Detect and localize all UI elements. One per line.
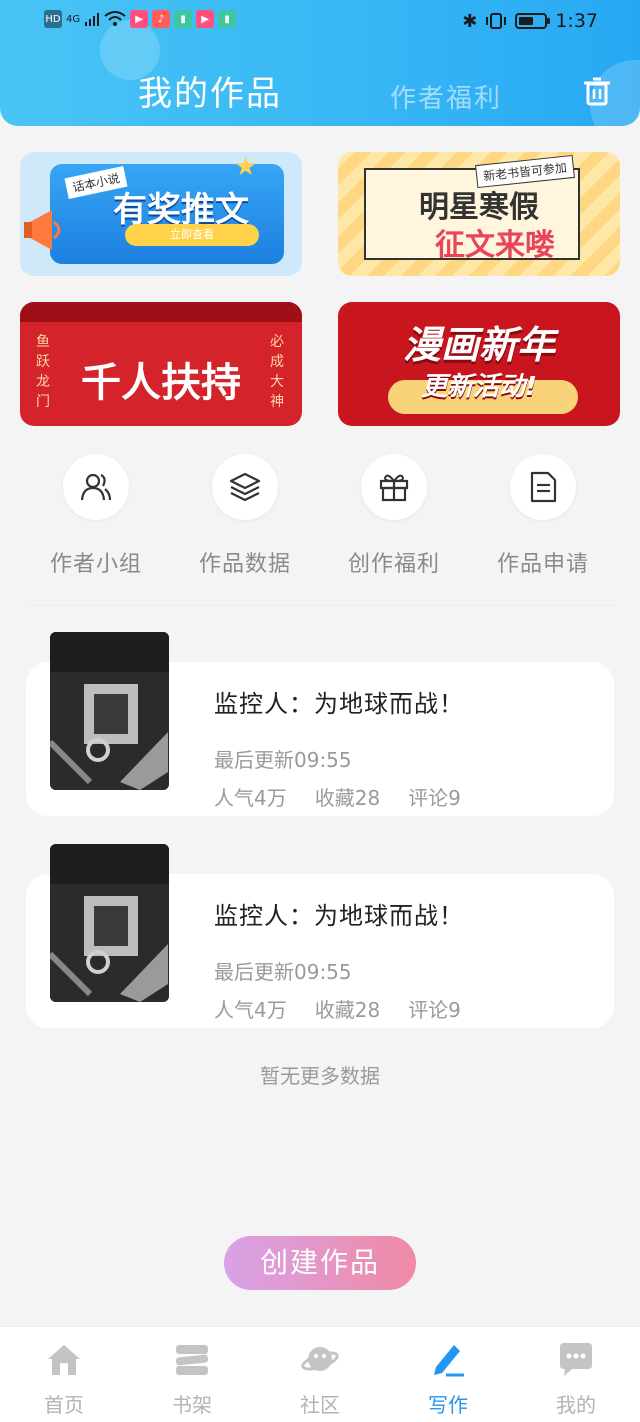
hd-icon: HD — [44, 10, 62, 28]
chat-icon — [560, 1343, 592, 1376]
users-icon — [80, 473, 112, 501]
home-icon — [48, 1345, 80, 1375]
banner-star-holiday[interactable]: 新老书皆可参加 明星寒假 征文来喽 — [338, 152, 620, 276]
cover-image — [50, 844, 169, 1002]
menu-circle — [63, 454, 129, 520]
banner-support[interactable]: 鱼跃龙门 必成大神 千人扶持 — [20, 302, 302, 426]
divider — [28, 605, 614, 606]
book-app-icon: ▮ — [218, 10, 237, 28]
cover-image — [50, 632, 169, 790]
banner-title: 千人扶持 — [81, 359, 241, 406]
nav-label: 社区 — [300, 1393, 340, 1417]
vibrate-icon — [486, 13, 507, 29]
menu-work-data[interactable]: 作品数据 — [175, 454, 315, 578]
layers-icon — [229, 472, 261, 502]
pen-icon — [434, 1345, 464, 1377]
work-updated: 最后更新09:55 — [214, 748, 352, 772]
work-stats: 人气4万 收藏28 评论9 — [214, 782, 461, 811]
work-favorites: 收藏28 — [314, 786, 381, 810]
document-icon — [530, 471, 557, 503]
work-updated: 最后更新09:55 — [214, 960, 352, 984]
menu-circle — [361, 454, 427, 520]
tab-my-works[interactable]: 我的作品 — [138, 66, 282, 115]
bookshelf-icon — [175, 1345, 209, 1375]
video-app-icon: ▶ — [196, 10, 215, 28]
music-app-icon: ♪ — [152, 10, 171, 28]
nav-label: 我的 — [556, 1393, 596, 1417]
status-bar: HD 4G ▶ ♪ ▮ ▶ ▮ ✱ 1:37 — [0, 0, 640, 44]
nav-bookshelf[interactable]: 书架 — [142, 1339, 242, 1418]
wifi-icon — [104, 11, 126, 26]
banner-cta: 立即查看 — [125, 224, 259, 246]
nav-label: 首页 — [44, 1393, 84, 1417]
nav-label: 书架 — [172, 1393, 212, 1417]
work-comments: 评论9 — [408, 786, 461, 810]
banner-title-line2: 更新活动! — [421, 372, 537, 402]
star-icon: ★ — [234, 152, 258, 182]
work-title: 监控人：为地球而战！ — [214, 902, 464, 930]
bottom-nav: 首页 书架 社区 写作 我的 — [0, 1326, 640, 1422]
menu-creation-welfare[interactable]: 创作福利 — [324, 454, 464, 578]
banner-title-line2: 征文来喽 — [435, 228, 555, 263]
banner-title-line1: 漫画新年 — [402, 323, 555, 367]
work-cover[interactable] — [50, 632, 169, 790]
nav-community[interactable]: 社区 — [270, 1339, 370, 1418]
tab-author-welfare[interactable]: 作者福利 — [390, 78, 502, 115]
work-cover[interactable] — [50, 844, 169, 1002]
menu-label: 作者小组 — [49, 552, 142, 577]
menu-label: 创作福利 — [347, 552, 440, 577]
signal-icon — [85, 13, 100, 26]
banner-top-strip — [20, 302, 302, 322]
work-comments: 评论9 — [408, 998, 461, 1022]
nav-label: 写作 — [428, 1393, 468, 1417]
banner-newyear[interactable]: 漫画新年 更新活动! — [338, 302, 620, 426]
gift-icon — [379, 474, 409, 502]
banner-promo-recommend[interactable]: 话本小说 有奖推文 立即查看 ★ — [20, 152, 302, 276]
work-popularity: 人气4万 — [214, 786, 287, 810]
nav-mine[interactable]: 我的 — [526, 1339, 626, 1418]
no-more-data: 暂无更多数据 — [260, 1064, 380, 1088]
menu-label: 作品申请 — [496, 552, 589, 577]
menu-circle — [510, 454, 576, 520]
clock: 1:37 — [555, 10, 598, 32]
nav-writing[interactable]: 写作 — [398, 1339, 498, 1418]
planet-icon — [301, 1347, 339, 1371]
menu-author-group[interactable]: 作者小组 — [26, 454, 166, 578]
work-favorites: 收藏28 — [314, 998, 381, 1022]
video-app-icon: ▶ — [130, 10, 149, 28]
network-label: 4G — [66, 13, 81, 25]
menu-label: 作品数据 — [198, 552, 291, 577]
work-title: 监控人：为地球而战！ — [214, 690, 464, 718]
menu-circle — [212, 454, 278, 520]
create-work-button[interactable]: 创建作品 — [224, 1236, 416, 1290]
trash-icon[interactable] — [580, 74, 614, 108]
bluetooth-icon: ✱ — [462, 10, 478, 32]
work-popularity: 人气4万 — [214, 998, 287, 1022]
battery-icon — [515, 13, 551, 29]
megaphone-icon — [24, 210, 61, 250]
book-app-icon: ▮ — [174, 10, 193, 28]
nav-home[interactable]: 首页 — [14, 1339, 114, 1418]
header: HD 4G ▶ ♪ ▮ ▶ ▮ ✱ 1:37 我的作品 作者福利 — [0, 0, 640, 126]
menu-work-application[interactable]: 作品申请 — [473, 454, 613, 578]
work-stats: 人气4万 收藏28 评论9 — [214, 994, 461, 1023]
